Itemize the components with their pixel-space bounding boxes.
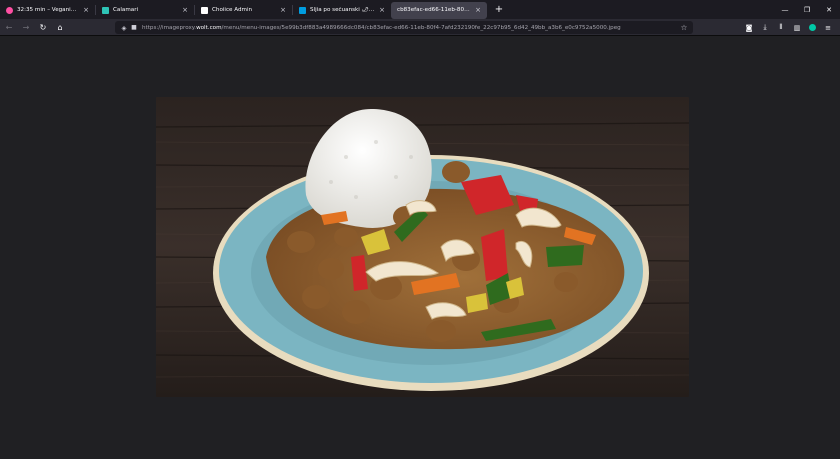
tab-title: Calamari <box>113 7 139 13</box>
library-icon[interactable]: ⫴ <box>773 23 789 32</box>
tab-sljia[interactable]: Sljia po sečuanski 🌶🌶🌶 (1… × <box>293 2 391 19</box>
tab-image-active[interactable]: cb83efac-ed66-11eb-80f4-7afd22… × <box>391 1 487 19</box>
home-icon[interactable]: ⌂ <box>52 20 68 34</box>
minimize-icon[interactable]: — <box>774 6 796 14</box>
menu-icon[interactable]: ≡ <box>820 24 836 32</box>
tab-favicon-icon <box>6 6 13 14</box>
new-tab-button[interactable]: + <box>493 4 505 15</box>
tab-title: 32:35 min – Veganio, Veganio – <box>17 7 79 13</box>
food-photo-illustration <box>156 97 689 397</box>
tab-title: Choiice Admin <box>212 7 253 13</box>
tab-title: Sljia po sečuanski 🌶🌶🌶 (1… <box>310 7 376 13</box>
sidebar-icon[interactable]: ▥ <box>789 24 805 32</box>
lock-icon[interactable]: ■ <box>129 24 139 31</box>
tab-title: cb83efac-ed66-11eb-80f4-7afd22… <box>397 7 471 13</box>
close-tab-icon[interactable]: × <box>379 6 385 14</box>
close-tab-icon[interactable]: × <box>475 6 481 14</box>
toolbar-right: ◙ ⤓ ⫴ ▥ ≡ <box>741 19 836 36</box>
tab-favicon-icon <box>102 6 109 14</box>
reload-icon[interactable]: ↻ <box>35 20 51 34</box>
close-tab-icon[interactable]: × <box>280 6 286 14</box>
url-text[interactable]: https://imageproxy.wolt.com/menu/menu-im… <box>142 25 679 31</box>
pocket-icon[interactable]: ◙ <box>741 24 757 32</box>
tab-favicon-icon <box>201 6 208 14</box>
back-icon[interactable]: ← <box>1 20 17 34</box>
shield-icon[interactable]: ◈ <box>119 24 129 32</box>
food-photo <box>156 97 689 397</box>
bookmark-star-icon[interactable]: ☆ <box>679 23 689 32</box>
url-path: /menu/menu-images/5e99b3df883a4989666dc0… <box>221 24 621 31</box>
restore-icon[interactable]: ❐ <box>796 6 818 14</box>
window-close-icon[interactable]: ✕ <box>818 6 840 14</box>
close-tab-icon[interactable]: × <box>83 6 89 14</box>
tab-choiice-admin[interactable]: Choiice Admin × <box>195 2 292 19</box>
download-icon[interactable]: ⤓ <box>757 23 773 32</box>
tab-favicon-icon <box>299 6 306 14</box>
tab-veganio[interactable]: 32:35 min – Veganio, Veganio – × <box>0 2 95 19</box>
close-tab-icon[interactable]: × <box>182 6 188 14</box>
image-viewer <box>0 37 840 459</box>
window-controls: — ❐ ✕ <box>774 0 840 19</box>
tab-strip: 32:35 min – Veganio, Veganio – × Calamar… <box>0 0 840 19</box>
url-domain: wolt.com <box>196 24 222 31</box>
address-bar[interactable]: ◈ ■ https://imageproxy.wolt.com/menu/men… <box>115 21 693 34</box>
extension-icon[interactable] <box>809 24 816 31</box>
url-host: https://imageproxy. <box>142 24 197 31</box>
tab-calamari[interactable]: Calamari × <box>96 2 194 19</box>
navigation-toolbar: ← → ↻ ⌂ ◈ ■ https://imageproxy.wolt.com/… <box>0 19 840 36</box>
forward-icon[interactable]: → <box>18 20 34 34</box>
